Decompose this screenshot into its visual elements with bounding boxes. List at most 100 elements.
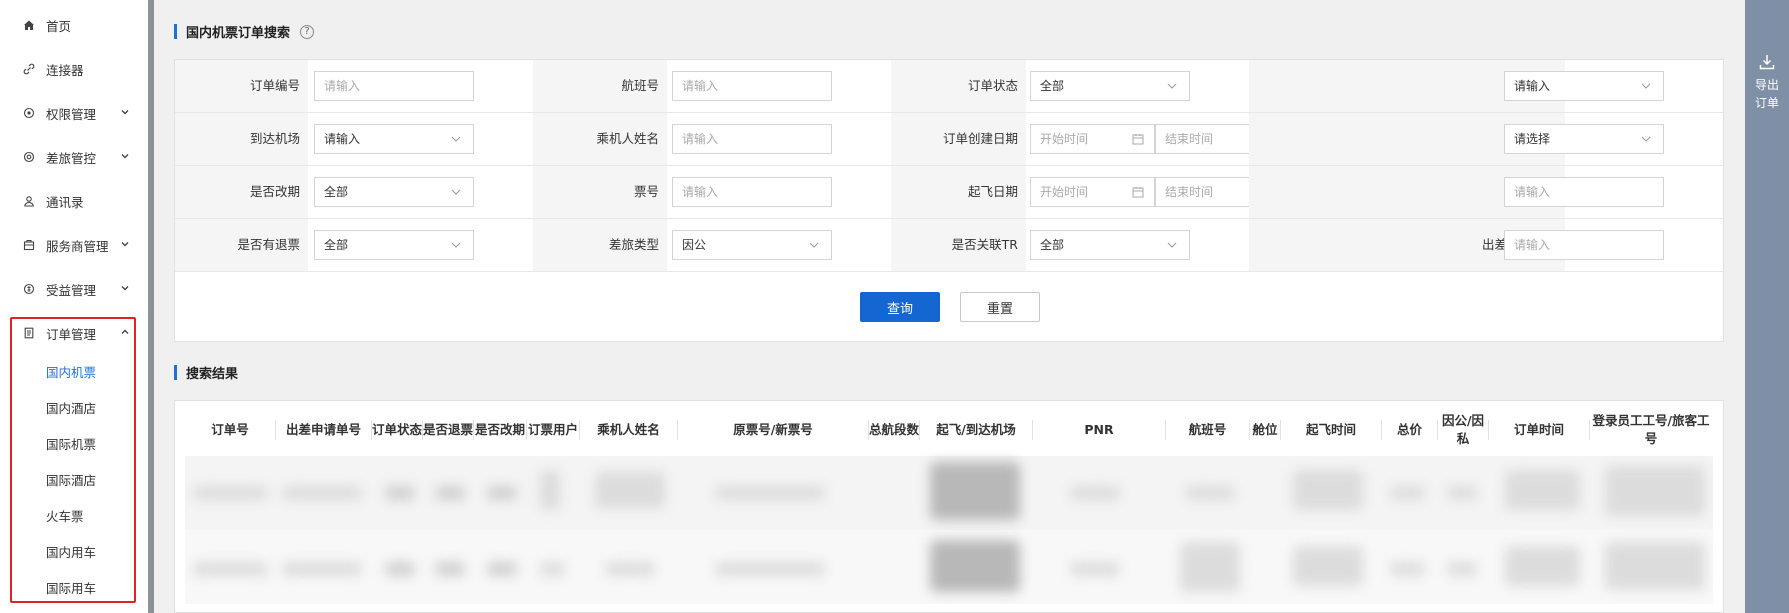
label-flight-no: 航班号: [533, 60, 667, 112]
column-header[interactable]: 总价: [1382, 406, 1437, 454]
chevron-down-icon: [121, 110, 129, 115]
airline-select[interactable]: 请选择: [1504, 124, 1664, 154]
redacted-cell: [1505, 470, 1580, 510]
travel-type-select[interactable]: 因公: [672, 230, 832, 260]
label-ticket-no: 票号: [533, 166, 667, 218]
flight-no-input[interactable]: 请输入: [672, 71, 832, 101]
chevron-down-icon: [121, 286, 129, 291]
redacted-cell: [1605, 466, 1705, 516]
nav-item-benefit[interactable]: 受益管理: [0, 274, 140, 304]
column-header[interactable]: 订单号: [185, 406, 275, 454]
export-order-button[interactable]: 导出订单: [1745, 0, 1789, 613]
redacted-cell: [1390, 562, 1425, 576]
column-header[interactable]: 起飞时间: [1281, 406, 1381, 454]
refund-select[interactable]: 全部: [314, 230, 474, 260]
redacted-cell: [487, 486, 517, 500]
ticket-no-input[interactable]: 请输入: [672, 177, 832, 207]
nav-item-provider[interactable]: 服务商管理: [0, 230, 140, 260]
label-related-tr: 是否关联TR: [891, 219, 1026, 271]
cabin-input[interactable]: 请输入: [1504, 177, 1664, 207]
column-header[interactable]: 是否改期: [474, 406, 526, 454]
column-header[interactable]: 出差申请单号: [276, 406, 371, 454]
reset-button[interactable]: 重置: [960, 292, 1040, 322]
redacted-cell: [605, 562, 655, 576]
form-row: 是否有退票 全部 差旅类型 因公 是否关联TR 全部 出差申请单号 请输入: [175, 219, 1723, 272]
column-header[interactable]: 乘机人姓名: [580, 406, 677, 454]
form-row: 到达机场 请输入 乘机人姓名 请输入 订单创建日期 开始时间 结束时间 航空公司…: [175, 113, 1723, 166]
gear-icon: [22, 150, 36, 164]
column-header[interactable]: 舱位: [1250, 406, 1280, 454]
column-header[interactable]: 订单时间: [1489, 406, 1589, 454]
chevron-down-icon: [451, 242, 461, 248]
label-create-date: 订单创建日期: [891, 113, 1026, 165]
column-header[interactable]: 航班号: [1166, 406, 1249, 454]
column-header[interactable]: 起飞/到达机场: [920, 406, 1032, 454]
column-header[interactable]: PNR: [1033, 406, 1165, 454]
nav-label: 连接器: [46, 62, 84, 78]
dep-airport-select[interactable]: 请输入: [1504, 71, 1664, 101]
search-title: 国内机票订单搜索 ?: [174, 22, 315, 41]
nav-item-travel-control[interactable]: 差旅管控: [0, 142, 140, 172]
order-no-input[interactable]: 请输入: [314, 71, 474, 101]
chevron-down-icon: [1641, 136, 1651, 142]
column-header[interactable]: 因公/因私: [1438, 406, 1488, 454]
column-header[interactable]: 登录员工工号/旅客工号: [1590, 406, 1712, 454]
redacted-cell: [193, 562, 268, 576]
column-header[interactable]: 原票号/新票号: [678, 406, 868, 454]
passenger-input[interactable]: 请输入: [672, 124, 832, 154]
redacted-cell: [1447, 562, 1477, 576]
results-title: 搜索结果: [174, 363, 238, 382]
form-row: 是否改期 全部 票号 请输入 起飞日期 开始时间 结束时间 舱位 请输入: [175, 166, 1723, 219]
dep-date-range: 开始时间 结束时间: [1030, 177, 1280, 207]
chevron-down-icon: [1167, 83, 1177, 89]
redacted-cell: [1605, 542, 1705, 590]
highlight-box: [10, 317, 136, 603]
redacted-cell: [435, 562, 465, 576]
label-order-status: 订单状态: [891, 60, 1026, 112]
redacted-cell: [385, 562, 415, 576]
related-tr-select[interactable]: 全部: [1030, 230, 1190, 260]
redacted-cell: [193, 486, 268, 500]
nav-item-connector[interactable]: 连接器: [0, 54, 140, 84]
contacts-icon: [22, 194, 36, 208]
nav-label: 首页: [46, 18, 72, 34]
calendar-icon: [1132, 187, 1144, 198]
changed-select[interactable]: 全部: [314, 177, 474, 207]
nav-item-contacts[interactable]: 通讯录: [0, 186, 140, 216]
label-order-no: 订单编号: [175, 60, 308, 112]
nav-item-permissions[interactable]: 权限管理: [0, 98, 140, 128]
label-dep-date: 起飞日期: [891, 166, 1026, 218]
redacted-cell: [487, 562, 517, 576]
export-label: 导出订单: [1755, 78, 1780, 110]
chevron-down-icon: [809, 242, 819, 248]
trip-no-input[interactable]: 请输入: [1504, 230, 1664, 260]
redacted-cell: [595, 472, 665, 508]
arr-airport-select[interactable]: 请输入: [314, 124, 474, 154]
form-row: 订单编号 请输入 航班号 请输入 订单状态 全部 起飞机场 请输入: [175, 60, 1723, 113]
redacted-cell: [385, 486, 415, 500]
column-header[interactable]: 订票用户: [527, 406, 579, 454]
chevron-down-icon: [121, 242, 129, 247]
label-travel-type: 差旅类型: [533, 219, 667, 271]
redacted-cell: [435, 486, 465, 500]
create-date-start[interactable]: 开始时间: [1030, 124, 1155, 154]
column-header[interactable]: 是否退票: [423, 406, 473, 454]
table-row[interactable]: [185, 530, 1713, 604]
dep-date-start[interactable]: 开始时间: [1030, 177, 1155, 207]
help-icon[interactable]: ?: [300, 24, 315, 39]
table-row[interactable]: [185, 456, 1713, 530]
coin-icon: [22, 282, 36, 296]
sidebar: 首页 连接器 权限管理 差旅管控 通讯录 服务商管理 受益管理 订单管理 国内机…: [0, 0, 148, 613]
redacted-cell: [1390, 486, 1425, 500]
column-header[interactable]: 订单状态: [372, 406, 422, 454]
label-arr-airport: 到达机场: [175, 113, 308, 165]
redacted-cell: [715, 486, 825, 500]
query-button[interactable]: 查询: [860, 292, 940, 322]
column-header[interactable]: 总航段数: [869, 406, 919, 454]
label-changed: 是否改期: [175, 166, 308, 218]
create-date-range: 开始时间 结束时间: [1030, 124, 1280, 154]
shield-icon: [22, 106, 36, 120]
order-status-select[interactable]: 全部: [1030, 71, 1190, 101]
chevron-down-icon: [451, 189, 461, 195]
nav-item-home[interactable]: 首页: [0, 10, 140, 40]
